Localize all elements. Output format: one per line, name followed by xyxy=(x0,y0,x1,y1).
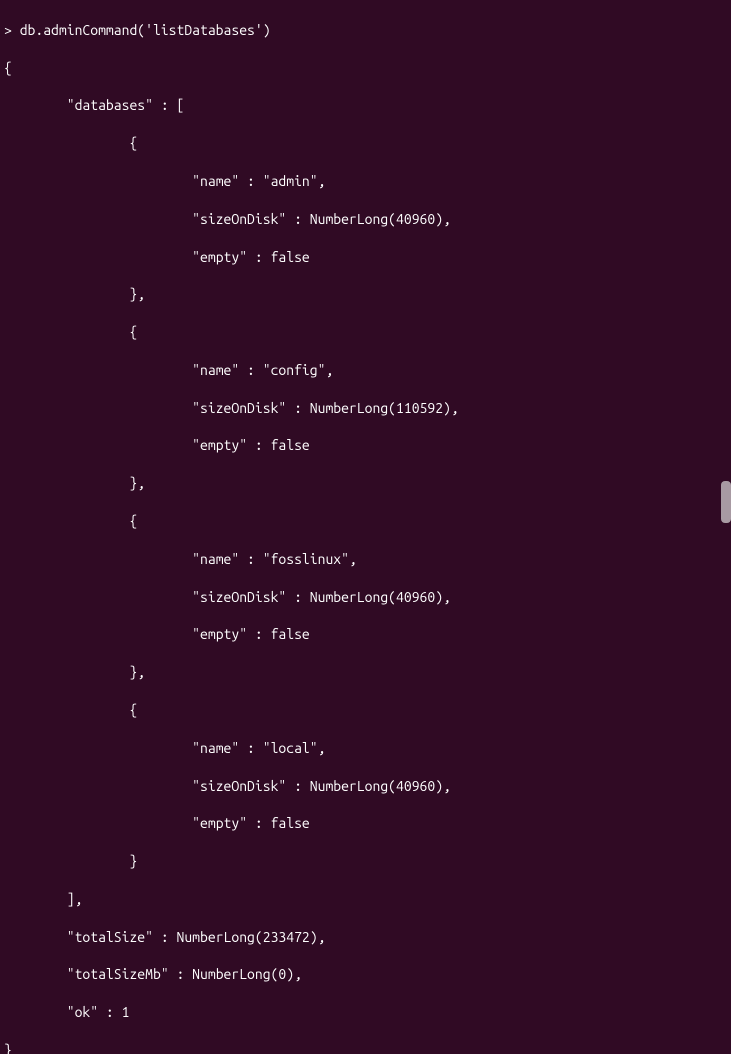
db-name: "name" : "config", xyxy=(4,361,727,380)
db-empty: "empty" : false xyxy=(4,625,727,644)
item-close: }, xyxy=(4,285,727,304)
item-open: { xyxy=(4,512,727,531)
command-line[interactable]: > db.adminCommand('listDatabases') xyxy=(4,21,727,40)
db-empty: "empty" : false xyxy=(4,436,727,455)
brace-open: { xyxy=(4,59,727,78)
db-empty: "empty" : false xyxy=(4,248,727,267)
db-name: "name" : "local", xyxy=(4,739,727,758)
terminal-output: > db.adminCommand('listDatabases') { "da… xyxy=(0,0,731,1054)
db-name: "name" : "admin", xyxy=(4,172,727,191)
prompt-symbol: > xyxy=(4,22,20,38)
item-close-last: } xyxy=(4,852,727,871)
db-size: "sizeOnDisk" : NumberLong(110592), xyxy=(4,399,727,418)
db-empty: "empty" : false xyxy=(4,814,727,833)
item-open: { xyxy=(4,134,727,153)
total-size: "totalSize" : NumberLong(233472), xyxy=(4,928,727,947)
total-size-mb: "totalSizeMb" : NumberLong(0), xyxy=(4,965,727,984)
item-open: { xyxy=(4,323,727,342)
item-open: { xyxy=(4,701,727,720)
array-close: ], xyxy=(4,890,727,909)
db-name: "name" : "fosslinux", xyxy=(4,550,727,569)
brace-close: } xyxy=(4,1041,727,1054)
item-close: }, xyxy=(4,663,727,682)
databases-key: "databases" : [ xyxy=(4,96,727,115)
db-size: "sizeOnDisk" : NumberLong(40960), xyxy=(4,777,727,796)
db-size: "sizeOnDisk" : NumberLong(40960), xyxy=(4,210,727,229)
item-close: }, xyxy=(4,474,727,493)
scrollbar-thumb[interactable] xyxy=(721,481,731,523)
db-size: "sizeOnDisk" : NumberLong(40960), xyxy=(4,588,727,607)
command-text: db.adminCommand('listDatabases') xyxy=(20,22,271,38)
ok-status: "ok" : 1 xyxy=(4,1003,727,1022)
